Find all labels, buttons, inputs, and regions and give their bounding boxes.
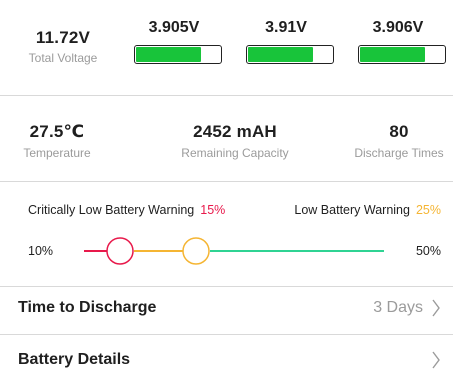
time-to-discharge-label: Time to Discharge (18, 299, 157, 316)
cell-2: 3.91V (238, 19, 334, 64)
cell-2-battery-fill (248, 47, 313, 62)
total-voltage-label: Total Voltage (28, 51, 98, 65)
temperature-value: 27.5℃ (29, 122, 85, 141)
voltage-section: 11.72V Total Voltage 3.905V 3.91V 3.906V (0, 0, 453, 95)
total-voltage-value: 11.72V (35, 28, 91, 47)
cell-3-battery-fill (360, 47, 425, 62)
temperature: 27.5℃ Temperature (4, 122, 110, 160)
warning-range-slider[interactable] (0, 182, 453, 287)
remaining-capacity: 2452 mAH Remaining Capacity (160, 122, 310, 160)
chevron-right-icon (432, 351, 440, 369)
discharge-times-label: Discharge Times (354, 146, 444, 160)
cell-3: 3.906V (350, 19, 446, 64)
chevron-right-icon (432, 299, 440, 317)
time-to-discharge-value: 3 Days (373, 299, 423, 316)
cell-3-battery-icon (358, 45, 446, 64)
cell-1-battery-fill (136, 47, 201, 62)
cell-2-battery-icon (246, 45, 334, 64)
remaining-capacity-value: 2452 mAH (193, 122, 277, 141)
discharge-times-value: 80 (389, 122, 409, 141)
cell-3-voltage: 3.906V (372, 19, 424, 36)
cell-1-voltage: 3.905V (148, 19, 200, 36)
total-voltage: 11.72V Total Voltage (14, 28, 112, 65)
remaining-capacity-label: Remaining Capacity (181, 146, 289, 160)
critical-slider-handle[interactable] (106, 237, 134, 265)
discharge-times: 80 Discharge Times (348, 122, 450, 160)
time-to-discharge-row[interactable]: Time to Discharge 3 Days (0, 287, 453, 334)
warning-section: Critically Low Battery Warning 15% Low Ba… (0, 182, 453, 287)
battery-details-label: Battery Details (18, 351, 131, 368)
low-slider-handle[interactable] (182, 237, 210, 265)
stats-section: 27.5℃ Temperature 2452 mAH Remaining Cap… (0, 96, 453, 181)
temperature-label: Temperature (23, 146, 91, 160)
cell-1: 3.905V (126, 19, 222, 64)
cell-1-battery-icon (134, 45, 222, 64)
cell-2-voltage: 3.91V (265, 19, 307, 36)
battery-details-row[interactable]: Battery Details (0, 335, 453, 388)
